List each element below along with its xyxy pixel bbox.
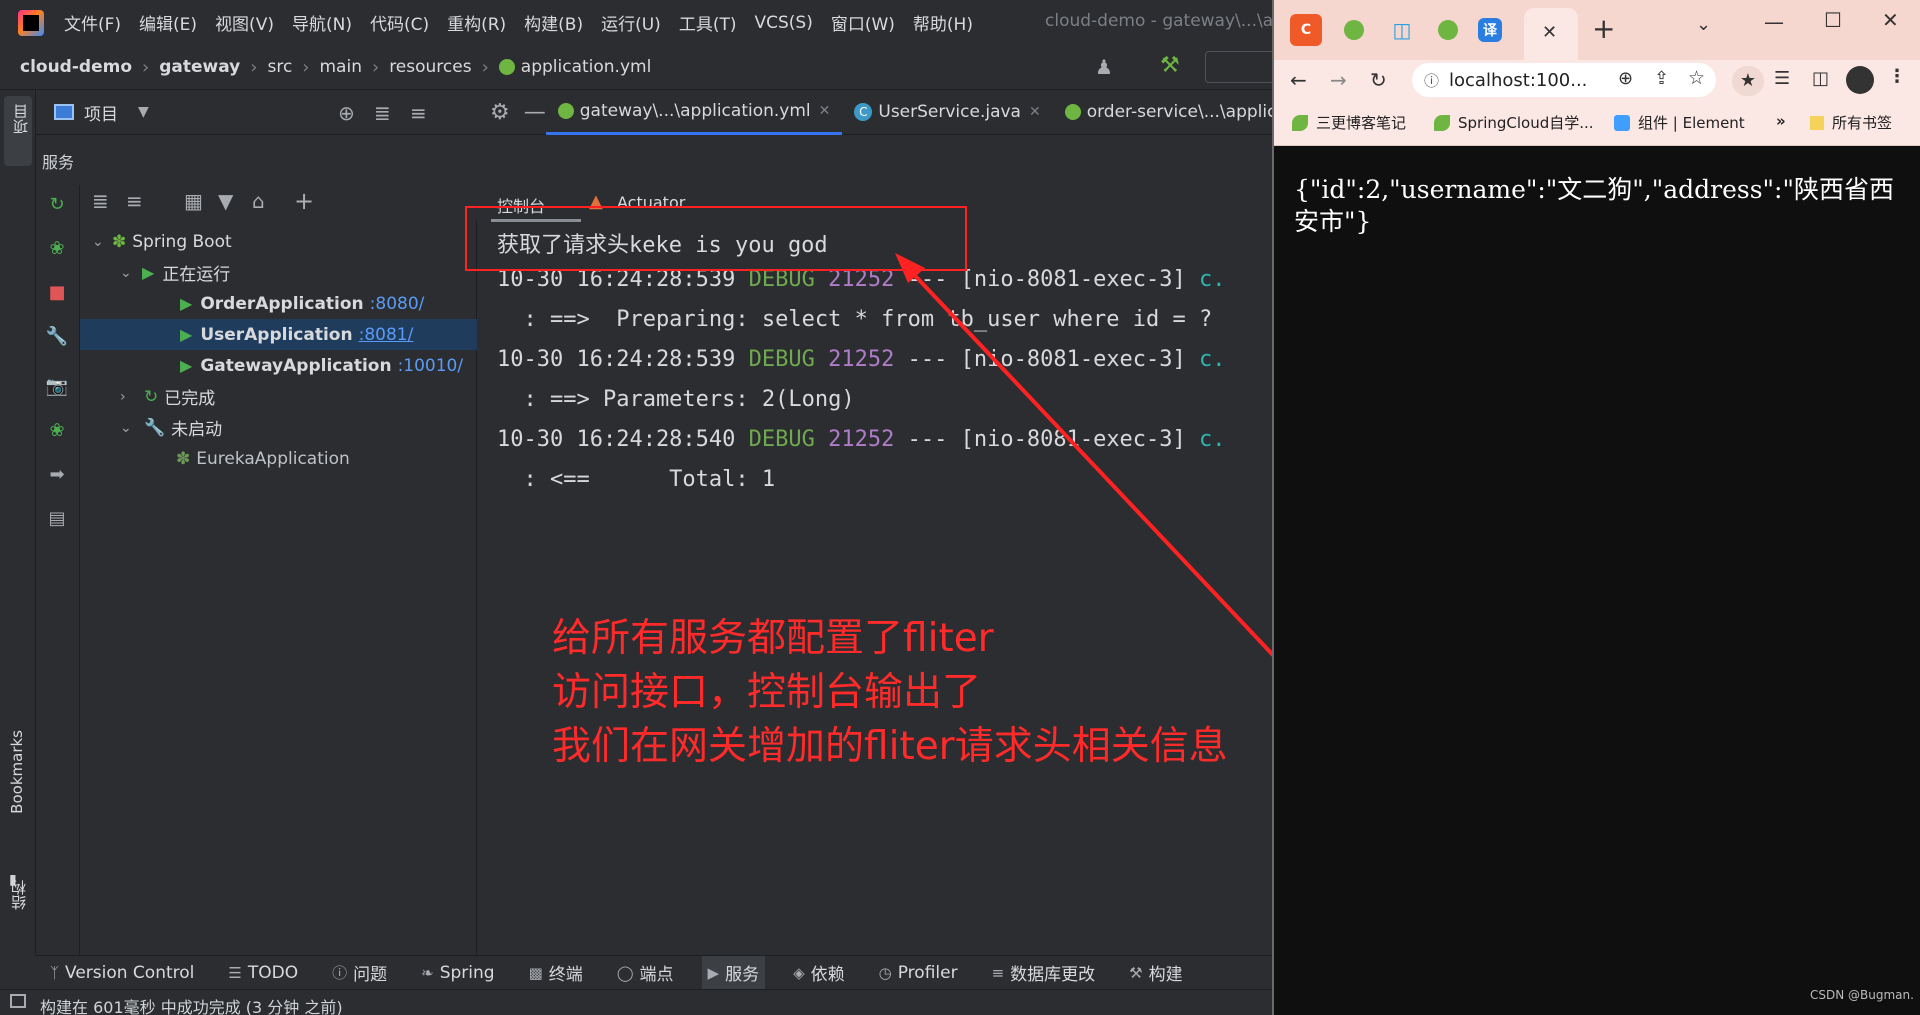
- zoom-icon[interactable]: ⊕: [1618, 68, 1633, 89]
- bookmark-item[interactable]: 组件 | Element: [1614, 112, 1745, 133]
- close-window-icon[interactable]: ✕: [1882, 8, 1899, 32]
- extensions-icon[interactable]: ★: [1732, 66, 1764, 96]
- bookmark-label: 组件 | Element: [1638, 114, 1745, 132]
- bookmark-favicon: [1434, 114, 1450, 131]
- forward-icon[interactable]: →: [1330, 68, 1347, 92]
- share-icon[interactable]: ⇪: [1654, 68, 1669, 89]
- bookmark-favicon: [1292, 114, 1308, 131]
- tab-translate[interactable]: 译: [1478, 18, 1502, 42]
- star-icon[interactable]: ☆: [1688, 67, 1705, 89]
- tab-spring2-icon[interactable]: [1432, 14, 1464, 46]
- annotation-line: 我们在网关增加的fliter请求头相关信息: [552, 724, 1228, 769]
- tab-bilibili-icon[interactable]: ◫: [1386, 14, 1418, 46]
- more-menu-icon[interactable]: ⋮: [1888, 66, 1906, 87]
- annotation-line: 访问接口，控制台输出了: [552, 670, 982, 715]
- active-tab[interactable]: ✕: [1524, 8, 1578, 60]
- address-bar[interactable]: ⓘ localhost:100... ⊕ ⇪ ☆: [1412, 63, 1716, 97]
- tab-search-icon[interactable]: ⌄: [1696, 14, 1711, 35]
- highlight-box-console: [465, 206, 967, 271]
- browser-toolbar: ← → ↻ ⓘ localhost:100... ⊕ ⇪ ☆ ★ ☰ ◫ ⋮: [1274, 60, 1920, 100]
- media-icon[interactable]: ☰: [1774, 68, 1790, 89]
- maximize-window-icon[interactable]: ☐: [1824, 8, 1842, 32]
- info-icon[interactable]: ⓘ: [1424, 70, 1439, 91]
- bookmark-item[interactable]: SpringCloud自学...: [1434, 112, 1594, 133]
- profile-avatar[interactable]: [1846, 66, 1874, 94]
- browser-window: C ◫ 译 ✕ + ⌄ — ☐ ✕ ← → ↻ ⓘ localhost:100.…: [1272, 0, 1920, 1015]
- bookmarks-overflow[interactable]: »: [1776, 112, 1786, 130]
- bookmark-item[interactable]: 三更博客笔记: [1292, 112, 1406, 133]
- close-icon[interactable]: ✕: [1542, 22, 1557, 43]
- back-icon[interactable]: ←: [1290, 68, 1307, 92]
- tab-spring-icon[interactable]: [1338, 14, 1370, 46]
- watermark: CSDN @Bugman.: [1810, 988, 1914, 1002]
- annotation-text: 给所有服务都配置了fliter 访问接口，控制台输出了 我们在网关增加的flit…: [552, 612, 1228, 774]
- new-tab-icon[interactable]: +: [1592, 12, 1615, 45]
- bookmark-favicon: [1614, 114, 1630, 131]
- bookmarks-bar: 三更博客笔记 SpringCloud自学... 组件 | Element » 所…: [1274, 100, 1920, 146]
- browser-tab-strip: C ◫ 译 ✕ + ⌄ — ☐ ✕: [1274, 0, 1920, 60]
- arrowhead: [895, 253, 925, 283]
- bookmark-label: SpringCloud自学...: [1458, 114, 1594, 132]
- annotation-line: 给所有服务都配置了fliter: [552, 616, 994, 661]
- json-response: {"id":2,"username":"文二狗","address":"陕西省西…: [1294, 175, 1894, 236]
- tab-csdn[interactable]: C: [1290, 14, 1322, 46]
- bookmark-label: 三更博客笔记: [1316, 114, 1407, 132]
- bookmark-label: 所有书签: [1832, 114, 1893, 132]
- address-text: localhost:100...: [1449, 69, 1588, 91]
- sidebar-icon[interactable]: ◫: [1812, 68, 1829, 89]
- reload-icon[interactable]: ↻: [1370, 68, 1387, 92]
- minimize-window-icon[interactable]: —: [1764, 10, 1784, 34]
- folder-icon: [1810, 115, 1824, 130]
- all-bookmarks[interactable]: 所有书签: [1810, 112, 1892, 133]
